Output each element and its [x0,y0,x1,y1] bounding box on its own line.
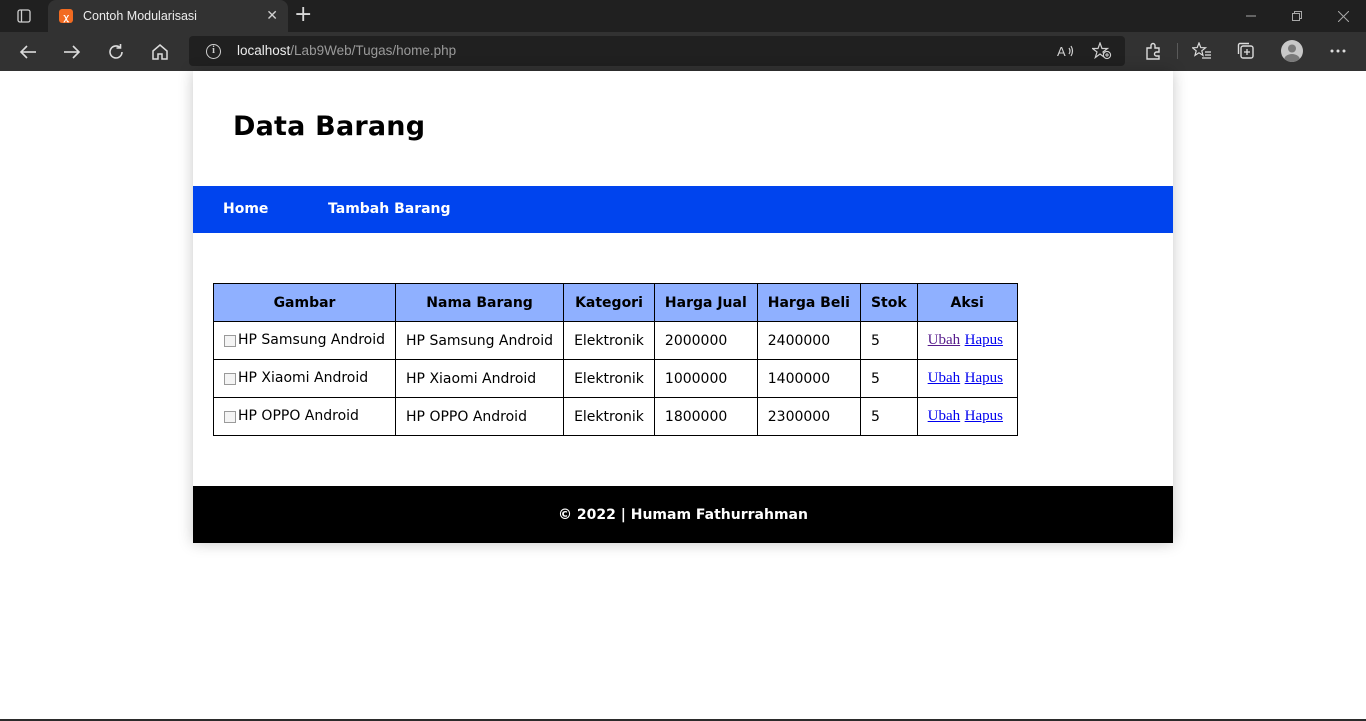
broken-image: HP Samsung Android [224,332,385,348]
page-container: Data Barang Home Tambah Barang Gambar Na… [193,71,1173,543]
tab-actions-icon[interactable] [10,6,38,26]
back-icon[interactable] [14,38,42,66]
column-header-harga-beli: Harga Beli [756,283,861,322]
tab-close-icon[interactable]: ✕ [266,8,278,24]
address-bar[interactable]: i localhost/Lab9Web/Tugas/home.php A [189,36,1125,66]
column-header-gambar: Gambar [212,283,397,322]
column-header-stok: Stok [859,283,918,322]
table-row: HP OPPO Android HP OPPO Android Elektron… [212,397,1018,436]
cell-harga-jual: 2000000 [653,321,758,360]
cell-nama-barang: HP Samsung Android [395,321,565,360]
column-header-nama-barang: Nama Barang [395,283,565,322]
page-header: Data Barang [193,71,1173,186]
hapus-link[interactable]: Hapus [965,370,1003,386]
cell-gambar: HP Samsung Android [212,321,397,360]
broken-image-icon [224,334,236,347]
cell-gambar: HP OPPO Android [212,397,397,436]
cell-gambar: HP Xiaomi Android [212,359,397,398]
cell-kategori: Elektronik [563,397,655,436]
footer-text: © 2022 | Humam Fathurrahman [558,506,808,523]
cell-harga-beli: 2300000 [756,397,861,436]
cell-harga-beli: 1400000 [756,359,861,398]
hapus-link[interactable]: Hapus [965,332,1003,348]
svg-text:A: A [1057,44,1066,59]
page-viewport: Data Barang Home Tambah Barang Gambar Na… [0,71,1366,720]
cell-nama-barang: HP OPPO Android [395,397,565,436]
add-favorite-icon[interactable] [1092,42,1112,60]
broken-image-icon [224,410,236,423]
column-header-harga-jual: Harga Jual [653,283,758,322]
broken-image: HP Xiaomi Android [224,370,368,386]
toolbar-separator [1177,43,1178,59]
cell-nama-barang: HP Xiaomi Android [395,359,565,398]
cell-aksi: Ubah Hapus [916,359,1018,398]
cell-harga-jual: 1800000 [653,397,758,436]
navbar: Home Tambah Barang [193,186,1173,233]
broken-image-icon [224,372,236,385]
restore-icon[interactable] [1274,0,1320,32]
nav-link-tambah-barang[interactable]: Tambah Barang [328,201,451,217]
tab-title: Contoh Modularisasi [83,9,197,23]
close-window-icon[interactable] [1320,0,1366,32]
cell-harga-beli: 2400000 [756,321,861,360]
cell-stok: 5 [859,321,918,360]
data-barang-table: Gambar Nama Barang Kategori Harga Jual H… [212,283,1018,436]
home-icon[interactable] [146,38,174,66]
new-tab-icon[interactable]: + [294,3,312,27]
refresh-icon[interactable] [102,38,130,66]
cell-kategori: Elektronik [563,359,655,398]
read-aloud-icon[interactable]: A [1056,42,1076,60]
hapus-link[interactable]: Hapus [965,408,1003,424]
ubah-link[interactable]: Ubah [928,408,961,424]
cell-stok: 5 [859,359,918,398]
browser-tab[interactable]: ꭓ Contoh Modularisasi ✕ [48,0,288,32]
url-text[interactable]: localhost/Lab9Web/Tugas/home.php [237,43,456,58]
cell-kategori: Elektronik [563,321,655,360]
xampp-favicon-icon: ꭓ [59,9,73,23]
page-title: Data Barang [233,111,426,142]
ubah-link[interactable]: Ubah [928,370,961,386]
ubah-link[interactable]: Ubah [928,332,961,348]
collections-icon[interactable] [1234,40,1258,62]
cell-aksi: Ubah Hapus [916,321,1018,360]
column-header-kategori: Kategori [563,283,655,322]
browser-tab-bar: ꭓ Contoh Modularisasi ✕ + [0,0,1366,32]
table-row: HP Samsung Android HP Samsung Android El… [212,321,1018,360]
minimize-icon[interactable] [1228,0,1274,32]
profile-avatar-icon[interactable] [1281,40,1303,62]
cell-harga-jual: 1000000 [653,359,758,398]
cell-aksi: Ubah Hapus [916,397,1018,436]
cell-stok: 5 [859,397,918,436]
site-info-icon[interactable]: i [206,44,221,59]
nav-link-home[interactable]: Home [223,201,268,217]
more-menu-icon[interactable] [1326,40,1350,62]
broken-image: HP OPPO Android [224,408,359,424]
forward-icon[interactable] [58,38,86,66]
column-header-aksi: Aksi [916,283,1018,322]
page-footer: © 2022 | Humam Fathurrahman [193,486,1173,543]
extensions-icon[interactable] [1141,40,1165,62]
favorites-icon[interactable] [1190,40,1214,62]
table-header-row: Gambar Nama Barang Kategori Harga Jual H… [212,283,1018,322]
table-row: HP Xiaomi Android HP Xiaomi Android Elek… [212,359,1018,398]
